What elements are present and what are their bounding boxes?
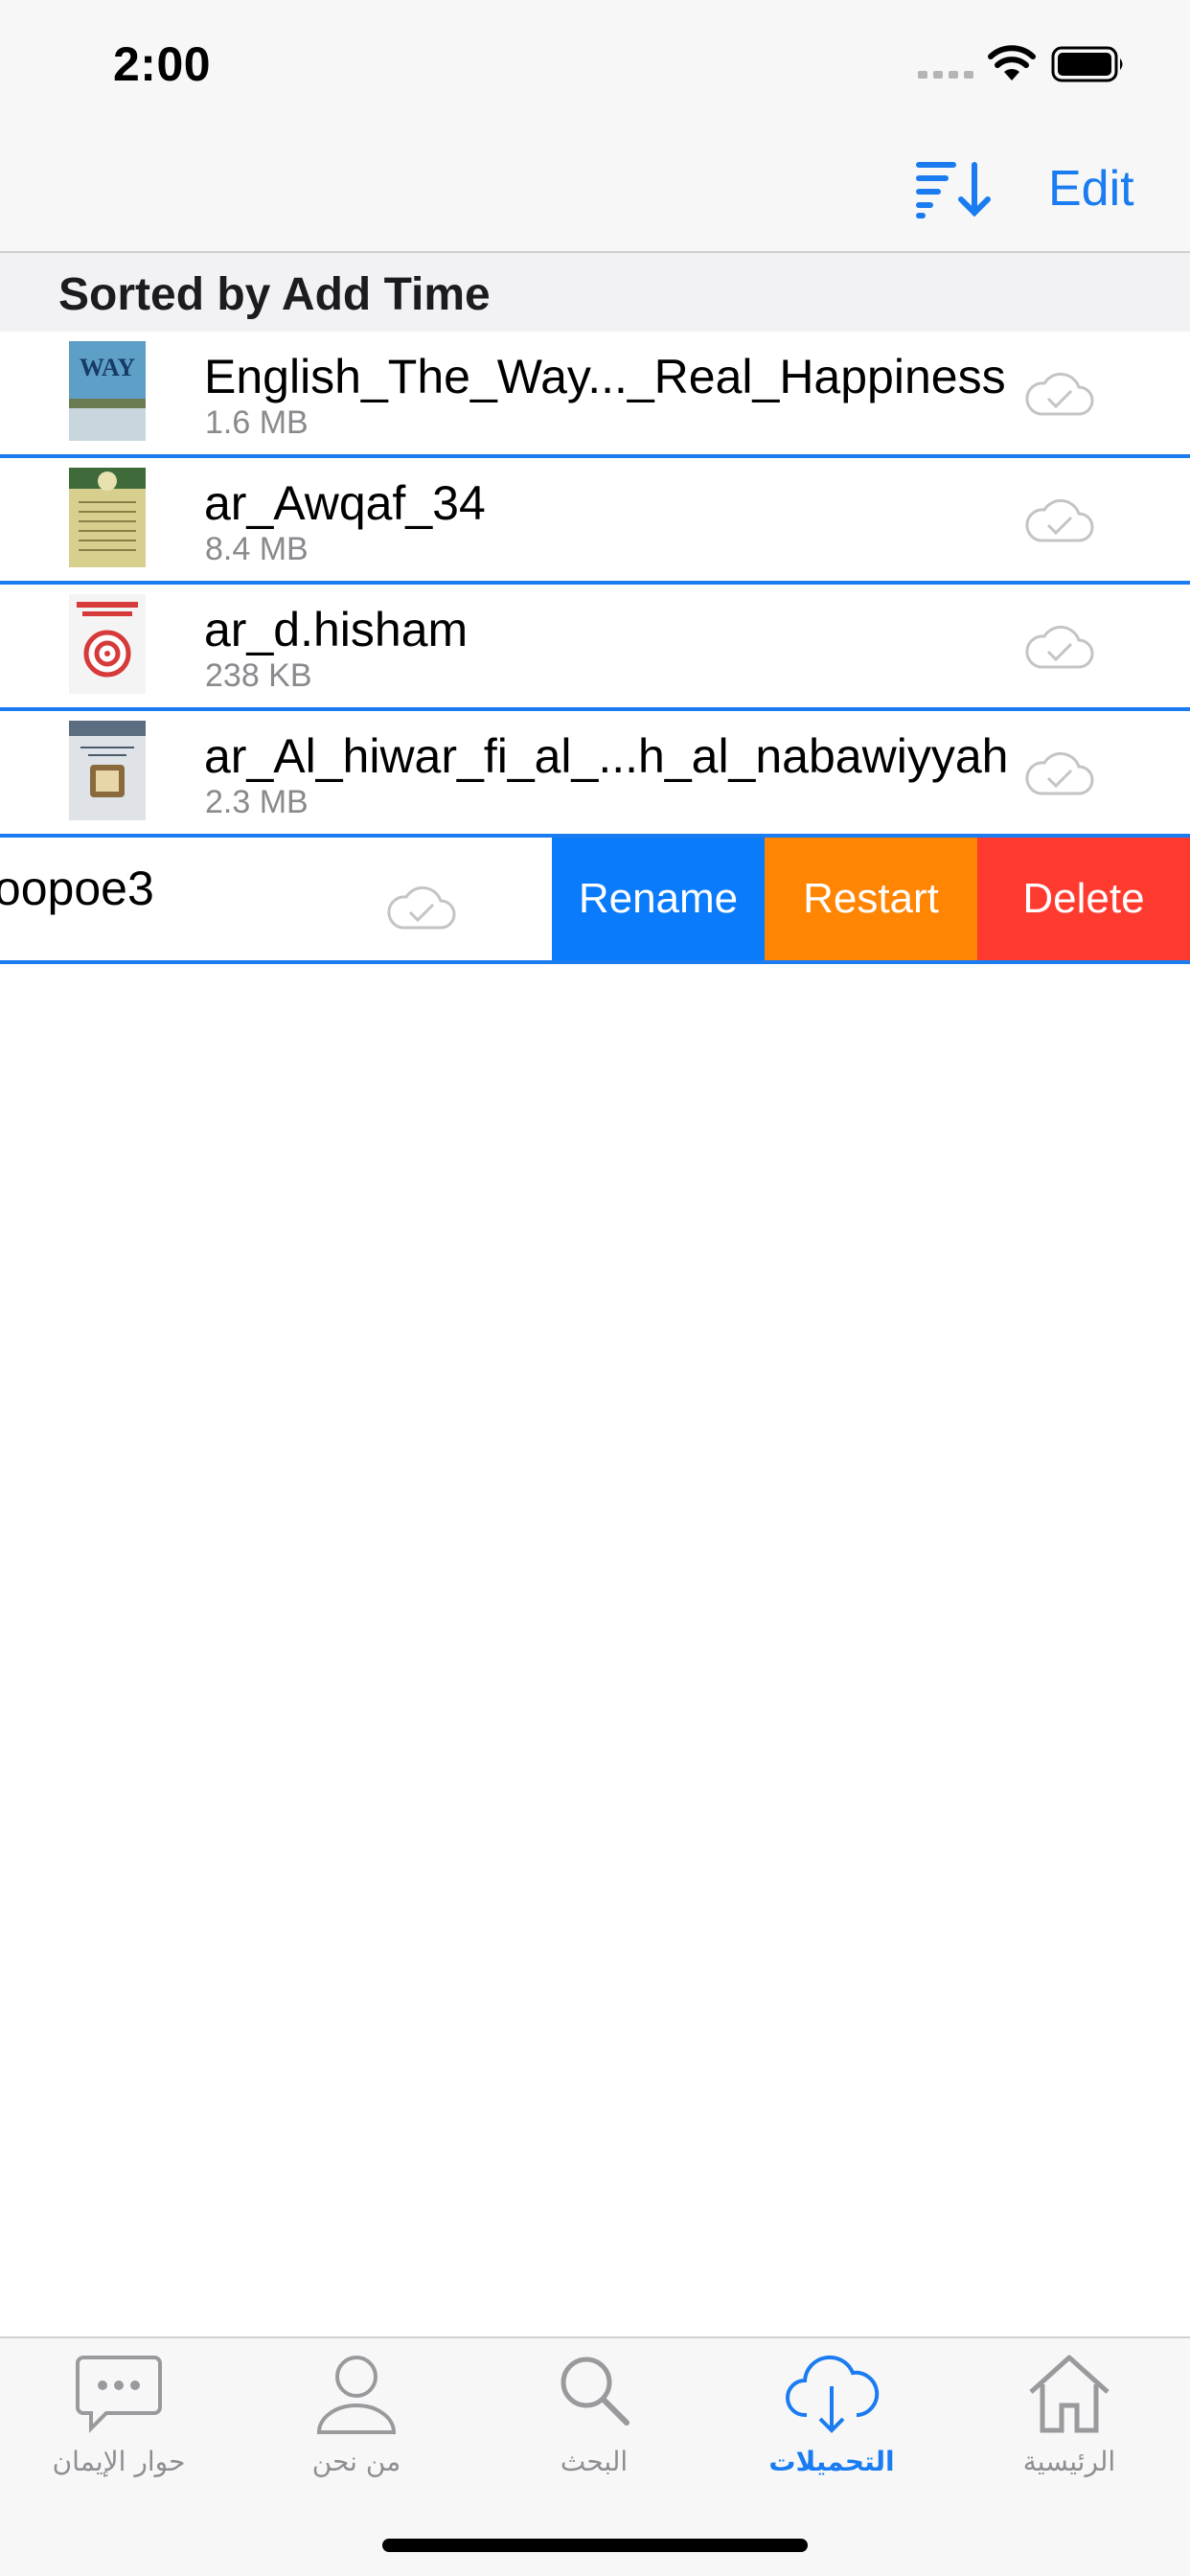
list-item[interactable]: ar_Al_hiwar_fi_al_...h_al_nabawiyyah 2.3… [0,711,1190,838]
tab-label: حوار الإيمان [52,2446,186,2477]
file-size: 2.3 MB [205,784,309,820]
book-cover-thumbnail [69,721,146,820]
battery-icon [1051,46,1123,82]
tab-downloads[interactable]: التحميلات [713,2338,950,2496]
tab-label: الرئيسية [1022,2446,1116,2477]
list-item[interactable]: ar_Awqaf_34 8.4 MB [0,458,1190,585]
tab-search[interactable]: البحث [475,2338,713,2496]
tab-label: من نحن [311,2446,401,2477]
file-size: 8.4 MB [205,531,309,567]
cloud-check-icon [1025,372,1094,416]
book-cover-thumbnail: WAY [69,341,146,441]
file-title: ar_Al_hiwar_fi_al_...h_al_nabawiyyah [204,729,1009,783]
cloud-check-icon [1025,625,1094,669]
tab-label: التحميلات [768,2446,895,2477]
home-icon [1029,2355,1110,2433]
list-item[interactable]: ar_d.hisham 238 KB [0,585,1190,711]
book-cover-thumbnail [69,594,146,694]
status-bar: 2:00 [0,0,1190,126]
file-title: s_Hoopoe3 [0,862,154,915]
cloud-download-icon [786,2355,880,2433]
book-cover-thumbnail [69,468,146,567]
nav-bar: Edit [0,126,1190,253]
cloud-check-icon [1025,498,1094,542]
sort-descending-icon[interactable] [915,159,996,218]
file-size: 238 KB [205,657,312,694]
tab-about-us[interactable]: من نحن [238,2338,475,2496]
section-header: Sorted by Add Time [0,253,1190,332]
tab-iman-dialogue[interactable]: حوار الإيمان [0,2338,238,2496]
search-icon [561,2357,629,2426]
rename-button[interactable]: Rename [552,838,765,960]
file-title: ar_d.hisham [204,603,469,656]
list-item-swiped[interactable]: s_Hoopoe3 Rename Restart Delete [0,838,1190,964]
edit-button[interactable]: Edit [1048,160,1134,218]
cloud-check-icon [1025,751,1094,795]
status-time: 2:00 [113,37,212,91]
home-indicator[interactable] [382,2539,808,2552]
svg-text:WAY: WAY [80,354,136,381]
chat-bubble-icon [76,2356,162,2433]
tab-home[interactable]: الرئيسية [950,2338,1188,2496]
tab-label: البحث [560,2446,629,2477]
section-header-label: Sorted by Add Time [58,269,491,320]
file-size: 1.6 MB [205,404,309,441]
delete-button[interactable]: Delete [977,838,1190,960]
downloads-list: WAY English_The_Way..._Real_Happiness 1.… [0,332,1190,964]
wifi-icon [988,45,1036,80]
cloud-check-icon [387,886,456,930]
cellular-signal-icon [918,71,973,79]
restart-button[interactable]: Restart [765,838,977,960]
file-title: English_The_Way..._Real_Happiness [204,350,1006,403]
file-title: ar_Awqaf_34 [204,476,486,530]
list-item[interactable]: WAY English_The_Way..._Real_Happiness 1.… [0,332,1190,458]
person-icon [316,2356,397,2434]
